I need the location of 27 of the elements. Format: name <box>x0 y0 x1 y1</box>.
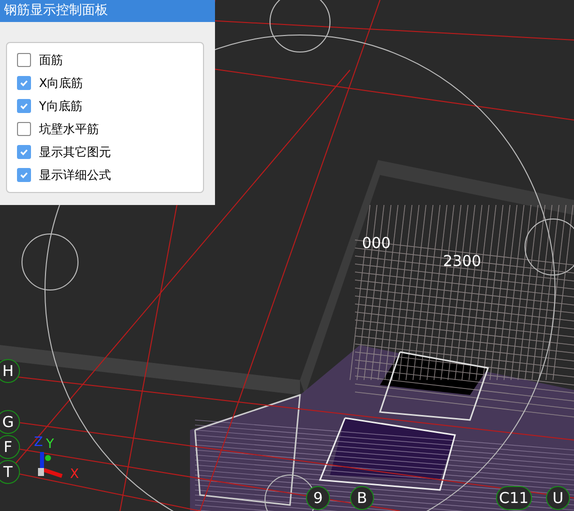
checkbox[interactable] <box>17 145 31 159</box>
option-label: X向底筋 <box>39 75 84 92</box>
checkmark-icon <box>19 78 29 88</box>
dimension-text: 000 <box>362 236 391 251</box>
axis-label: X <box>70 468 79 481</box>
checkbox[interactable] <box>17 122 31 136</box>
axis-gizmo-icon <box>38 452 63 478</box>
grid-axis-bubble: H <box>0 359 20 383</box>
option-label: 坑壁水平筋 <box>39 121 99 138</box>
option-label: 显示详细公式 <box>39 167 111 184</box>
checkmark-icon <box>19 170 29 180</box>
axis-label: Z <box>34 436 43 449</box>
axis-label: Y <box>46 438 54 451</box>
checkbox[interactable] <box>17 99 31 113</box>
checkmark-icon <box>19 101 29 111</box>
grid-axis-bubble: T <box>0 460 20 484</box>
grid-axis-bubble: F <box>0 435 20 459</box>
dimension-text: 2300 <box>443 254 482 269</box>
checkbox[interactable] <box>17 76 31 90</box>
option-label: Y向底筋 <box>39 98 82 115</box>
checkbox[interactable] <box>17 53 31 67</box>
grid-axis-bubble: G <box>0 410 20 434</box>
checkmark-icon <box>19 147 29 157</box>
option-label: 面筋 <box>39 52 63 69</box>
checkbox[interactable] <box>17 168 31 182</box>
panel-title: 钢筋显示控制面板 <box>0 0 215 22</box>
option-label: 显示其它图元 <box>39 144 111 161</box>
